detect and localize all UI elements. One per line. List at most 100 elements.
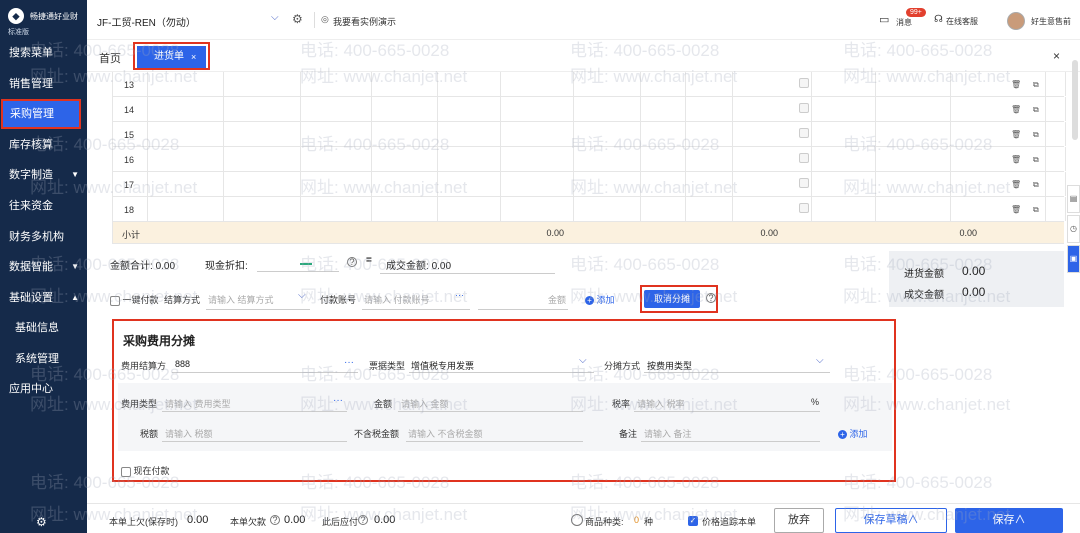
copy-icon[interactable]: ⧉ [1033, 105, 1039, 115]
invoice-type-select[interactable]: 增值税专用发票 [411, 359, 474, 372]
more-icon[interactable]: ··· [333, 395, 343, 406]
tab-purchase-order[interactable]: 进货单 × [133, 42, 210, 70]
sidebar-item-basic-info[interactable]: 基础信息 [0, 313, 87, 343]
copy-icon[interactable]: ⧉ [1033, 180, 1039, 190]
add-payment-button[interactable]: + 添加 [585, 293, 615, 306]
trash-icon[interactable]: 🗑 [1011, 130, 1021, 139]
message-icon[interactable]: ▭ [879, 13, 889, 26]
checkbox[interactable] [121, 466, 131, 477]
help-icon[interactable]: ? [358, 515, 368, 525]
help-icon[interactable]: ? [270, 515, 280, 525]
amount-input[interactable]: 金额 [548, 293, 566, 306]
clock-icon[interactable]: ◷ [1067, 215, 1080, 243]
row-checkbox[interactable] [799, 103, 809, 113]
trash-icon[interactable]: 🗑 [1011, 80, 1021, 89]
user-name[interactable]: 好生意售前 [1031, 16, 1071, 27]
tax-rate-input[interactable]: 请输入 税率 [637, 397, 685, 410]
sidebar-item-purchase[interactable]: 采购管理 [1, 99, 81, 129]
document-icon[interactable]: ▤ [1067, 185, 1080, 213]
remark-input[interactable]: 请输入 备注 [644, 427, 692, 440]
allocation-method-select[interactable]: 按费用类型 [647, 359, 692, 372]
fee-type-input[interactable]: 请输入 费用类型 [165, 397, 231, 410]
close-icon[interactable]: × [191, 46, 196, 68]
row-checkbox[interactable] [799, 128, 809, 138]
scrollbar[interactable] [1072, 60, 1078, 140]
sidebar-item-manufacturing[interactable]: 数字制造 ▼ [0, 160, 87, 190]
help-icon[interactable]: ? [706, 293, 716, 303]
purchase-amount-value: 0.00 [962, 264, 986, 278]
settle-party-input[interactable]: 888 [175, 359, 190, 369]
chevron-down-icon[interactable]: ⌵ [271, 12, 279, 23]
table-cell-border [437, 147, 438, 171]
tax-input[interactable]: 请输入 税额 [165, 427, 213, 440]
copy-icon[interactable]: ⧉ [1033, 130, 1039, 140]
save-draft-button[interactable]: 保存草稿∧ [835, 508, 947, 533]
sidebar-item-inventory[interactable]: 库存核算 [0, 130, 87, 160]
row-checkbox[interactable] [799, 203, 809, 213]
amount-input[interactable]: 请输入 金额 [401, 397, 449, 410]
table-cell-border [1045, 147, 1046, 171]
pay-now-checkbox[interactable]: 现在付款 [121, 464, 170, 477]
account-input[interactable]: 请输入 付款账号 [364, 293, 430, 306]
table-cell-border [732, 97, 733, 121]
cash-discount-input[interactable] [257, 271, 339, 272]
sidebar-item-label: 基础设置 [9, 292, 53, 304]
percent-label: % [811, 397, 820, 407]
no-tax-amount-input[interactable]: 请输入 不含税金额 [408, 427, 483, 440]
more-icon[interactable]: ··· [455, 290, 464, 300]
settings-icon[interactable]: ⚙ [292, 12, 303, 26]
discard-button[interactable]: 放弃 [774, 508, 824, 533]
chevron-down-icon[interactable]: ⌵ [816, 355, 824, 366]
close-icon[interactable]: × [1053, 49, 1060, 63]
trash-icon[interactable]: 🗑 [1011, 180, 1021, 189]
demo-link[interactable]: 我要看实例演示 [333, 15, 396, 28]
copy-icon[interactable]: ⧉ [1033, 205, 1039, 215]
row-checkbox[interactable] [799, 153, 809, 163]
sidebar-item-data[interactable]: 数据智能 ▼ [0, 252, 87, 282]
cancel-allocation-button[interactable]: 取消分摊 [644, 290, 700, 308]
settle-method-input[interactable]: 请输入 结算方式 [208, 293, 274, 306]
gear-icon[interactable]: ⚙ [36, 515, 47, 529]
sidebar-item-finance[interactable]: 财务多机构 [0, 222, 87, 252]
chevron-down-icon[interactable]: ⌵ [579, 355, 587, 366]
track-price-label: 价格追踪本单 [702, 517, 757, 527]
tab-home[interactable]: 首页 [99, 50, 121, 66]
tab-purchase-order-inner[interactable]: 进货单 × [137, 46, 206, 68]
headset-icon[interactable]: ☊ [934, 14, 943, 25]
add-fee-button[interactable]: + 添加 [838, 427, 868, 440]
copy-icon[interactable]: ⧉ [1033, 155, 1039, 165]
sidebar-item-apps[interactable]: 应用中心 [0, 374, 87, 404]
sidebar-item-system[interactable]: 系统管理 [0, 344, 87, 374]
sidebar-item-search-menu[interactable]: 搜索菜单 [0, 38, 87, 68]
chevron-down-icon[interactable]: ⌵ [298, 290, 306, 301]
top-bar: JF-工贸-REN（勿动） ⌵ ⚙ ◎ 我要看实例演示 ▭ 消息 99+ ☊ 在… [87, 0, 1080, 40]
more-icon[interactable]: ··· [344, 357, 354, 368]
row-checkbox[interactable] [799, 78, 809, 88]
one-click-pay-checkbox[interactable]: 一键付款 [110, 293, 159, 306]
trash-icon[interactable]: 🗑 [1011, 105, 1021, 114]
message-label[interactable]: 消息 [896, 17, 912, 28]
help-icon[interactable]: ? [347, 257, 357, 267]
service-link[interactable]: 在线客服 [946, 16, 978, 27]
avatar[interactable] [1007, 12, 1025, 30]
divider [362, 309, 470, 310]
sidebar-item-funds[interactable]: 往来资金 [0, 191, 87, 221]
sidebar-item-sales[interactable]: 销售管理 [0, 69, 87, 99]
divider [641, 441, 820, 442]
save-button[interactable]: 保存∧ [955, 508, 1063, 533]
subtotal-value: 0.00 [546, 228, 564, 238]
check-icon[interactable]: ✓ [688, 516, 698, 526]
company-select[interactable]: JF-工贸-REN（勿动） [97, 14, 196, 29]
copy-icon[interactable]: ⧉ [1033, 80, 1039, 90]
trash-icon[interactable]: 🗑 [1011, 205, 1021, 214]
checkbox[interactable] [110, 295, 120, 306]
table-cell-border [500, 147, 501, 171]
subtotal-value: 0.00 [959, 228, 977, 238]
table-cell-border [732, 147, 733, 171]
sidebar-item-settings[interactable]: 基础设置 ▲ [0, 283, 87, 313]
row-checkbox[interactable] [799, 178, 809, 188]
product-kinds-unit: 种 [644, 517, 654, 527]
trash-icon[interactable]: 🗑 [1011, 155, 1021, 164]
chevron-up-icon: ▲ [71, 293, 79, 302]
chat-icon[interactable]: ▣ [1067, 245, 1080, 273]
